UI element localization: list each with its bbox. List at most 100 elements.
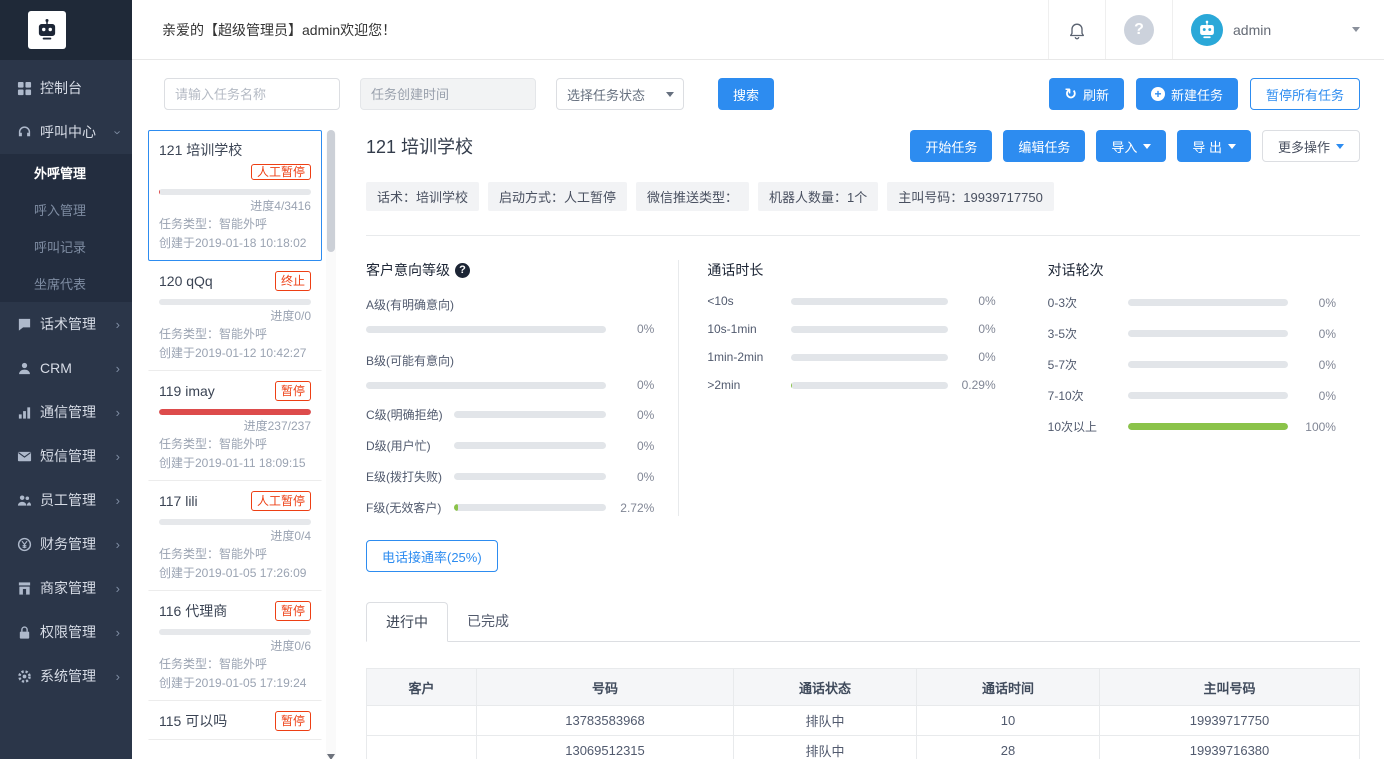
- tab-in-progress[interactable]: 进行中: [366, 602, 448, 642]
- bar-track: [366, 382, 606, 389]
- bar-row: C级(明确拒绝) 0%: [366, 406, 654, 423]
- task-status-value: 选择任务状态: [567, 85, 645, 104]
- chat-icon: [16, 316, 32, 332]
- avatar: [1191, 14, 1223, 46]
- chevron-right-icon: ›: [116, 318, 120, 331]
- sidebar-item-console[interactable]: 控制台: [0, 66, 132, 110]
- bar-label: B级(可能有意向): [366, 352, 654, 369]
- task-card[interactable]: 117 lili 人工暂停 进度0/4 任务类型：智能外呼 创建于2019-01…: [148, 481, 322, 591]
- pause-all-button[interactable]: 暂停所有任务: [1250, 78, 1360, 110]
- tab-completed[interactable]: 已完成: [448, 602, 528, 642]
- tag-start-mode: 启动方式：人工暂停: [488, 182, 627, 211]
- scrollbar-thumb[interactable]: [327, 130, 335, 252]
- start-task-button[interactable]: 开始任务: [910, 130, 992, 162]
- more-actions-button[interactable]: 更多操作: [1262, 130, 1360, 162]
- task-progress-bar: [159, 299, 311, 305]
- bar-label: <10s: [707, 294, 791, 308]
- task-type: 任务类型：智能外呼: [159, 655, 311, 673]
- sidebar-item-script[interactable]: 话术管理 ›: [0, 302, 132, 346]
- sidebar-item-inbound[interactable]: 呼入管理: [0, 191, 132, 228]
- sidebar-item-finance[interactable]: 财务管理 ›: [0, 522, 132, 566]
- bar-track: [454, 411, 606, 418]
- bar-label: E级(拨打失败): [366, 468, 454, 485]
- sidebar-item-sms[interactable]: 短信管理 ›: [0, 434, 132, 478]
- bar-label: A级(有明确意向): [366, 296, 654, 313]
- cell-number: 13069512315: [477, 736, 734, 759]
- task-status-badge: 暂停: [275, 381, 311, 401]
- task-card[interactable]: 115 可以吗 暂停: [148, 701, 322, 740]
- cell-customer: [367, 736, 477, 759]
- new-task-button[interactable]: + 新建任务: [1136, 78, 1238, 110]
- task-card[interactable]: 120 qQq 终止 进度0/0 任务类型：智能外呼 创建于2019-01-12…: [148, 261, 322, 371]
- bar-row: 10s-1min 0%: [707, 322, 995, 336]
- topbar: 亲爱的【超级管理员】admin欢迎您！ ?: [132, 0, 1384, 60]
- task-type: 任务类型：智能外呼: [159, 545, 311, 563]
- bar-row: B级(可能有意向) 0%: [366, 352, 654, 392]
- bar-row: E级(拨打失败) 0%: [366, 468, 654, 485]
- task-title: 120 qQq: [159, 273, 213, 289]
- message-icon: [16, 448, 32, 464]
- bar-percent: 2.72%: [606, 501, 654, 515]
- bar-label: 10s-1min: [707, 322, 791, 336]
- task-title: 116 代理商: [159, 601, 227, 621]
- signal-icon: [16, 404, 32, 420]
- chart-title: 对话轮次: [1048, 260, 1336, 280]
- new-task-button-label: 新建任务: [1171, 85, 1223, 104]
- sidebar-item-communication[interactable]: 通信管理 ›: [0, 390, 132, 434]
- task-list-scrollbar[interactable]: [326, 130, 336, 759]
- chevron-down-icon[interactable]: [1352, 27, 1360, 32]
- content: 选择任务状态 搜索 ↻ 刷新 + 新建任务 暂停所有任务: [132, 60, 1384, 759]
- sidebar-item-staff[interactable]: 员工管理 ›: [0, 478, 132, 522]
- table-row: 13069512315 排队中 28 19939716380: [367, 736, 1360, 759]
- task-card[interactable]: 121 培训学校 人工暂停 进度4/3416 任务类型：智能外呼 创建于2019…: [148, 130, 322, 261]
- connect-rate-button[interactable]: 电话接通率(25%): [366, 540, 498, 572]
- chevron-right-icon: ›: [116, 670, 120, 683]
- edit-task-button[interactable]: 编辑任务: [1003, 130, 1085, 162]
- bar-percent: 0%: [948, 350, 996, 364]
- page-title: 121 培训学校: [366, 133, 473, 159]
- task-name-input[interactable]: [164, 78, 340, 110]
- task-progress-bar: [159, 519, 311, 525]
- help-tooltip-icon[interactable]: ?: [455, 263, 470, 278]
- notification-button[interactable]: [1048, 0, 1105, 59]
- gear-icon: [16, 668, 32, 684]
- sidebar-item-outbound[interactable]: 外呼管理: [0, 154, 132, 191]
- sidebar-item-call-center[interactable]: 呼叫中心 ›: [0, 110, 132, 154]
- help-button[interactable]: ?: [1105, 0, 1172, 59]
- task-info-tags: 话术：培训学校 启动方式：人工暂停 微信推送类型： 机器人数量：1个 主叫号码：…: [366, 182, 1360, 236]
- app-logo[interactable]: [28, 11, 66, 49]
- sidebar-item-call-records[interactable]: 呼叫记录: [0, 228, 132, 265]
- sidebar-item-merchant[interactable]: 商家管理 ›: [0, 566, 132, 610]
- col-call-time: 通话时间: [917, 669, 1100, 706]
- task-card[interactable]: 116 代理商 暂停 进度0/6 任务类型：智能外呼 创建于2019-01-05…: [148, 591, 322, 701]
- import-button[interactable]: 导入: [1096, 130, 1166, 162]
- sidebar-item-crm[interactable]: CRM ›: [0, 346, 132, 390]
- task-create-time-input[interactable]: [360, 78, 536, 110]
- search-button[interactable]: 搜索: [718, 78, 774, 110]
- bell-icon: [1067, 20, 1087, 40]
- user-menu[interactable]: admin: [1172, 0, 1384, 59]
- chevron-down-icon: [1228, 144, 1236, 149]
- chevron-down-icon: [666, 92, 674, 97]
- scroll-down-arrow[interactable]: [327, 747, 335, 757]
- bar-track: [1128, 299, 1288, 306]
- chevron-right-icon: ›: [116, 450, 120, 463]
- sub-item-label: 坐席代表: [34, 274, 86, 293]
- detail-actions: 开始任务 编辑任务 导入 导 出 更多操作: [910, 130, 1360, 162]
- chart-title: 客户意向等级 ?: [366, 260, 654, 280]
- task-card[interactable]: 119 imay 暂停 进度237/237 任务类型：智能外呼 创建于2019-…: [148, 371, 322, 481]
- task-title: 119 imay: [159, 383, 215, 399]
- sidebar-item-system[interactable]: 系统管理 ›: [0, 654, 132, 698]
- task-progress-text: 进度4/3416: [159, 197, 311, 214]
- export-button[interactable]: 导 出: [1177, 130, 1251, 162]
- task-status-select[interactable]: 选择任务状态: [556, 78, 684, 110]
- lock-icon: [16, 624, 32, 640]
- bar-label: C级(明确拒绝): [366, 406, 454, 423]
- bar-label: >2min: [707, 378, 791, 392]
- sidebar-item-permission[interactable]: 权限管理 ›: [0, 610, 132, 654]
- table-row: 13783583968 排队中 10 19939717750: [367, 706, 1360, 736]
- sidebar-item-agents[interactable]: 坐席代表: [0, 265, 132, 302]
- more-actions-label: 更多操作: [1278, 137, 1330, 156]
- bar-label: 0-3次: [1048, 294, 1128, 311]
- refresh-button[interactable]: ↻ 刷新: [1049, 78, 1124, 110]
